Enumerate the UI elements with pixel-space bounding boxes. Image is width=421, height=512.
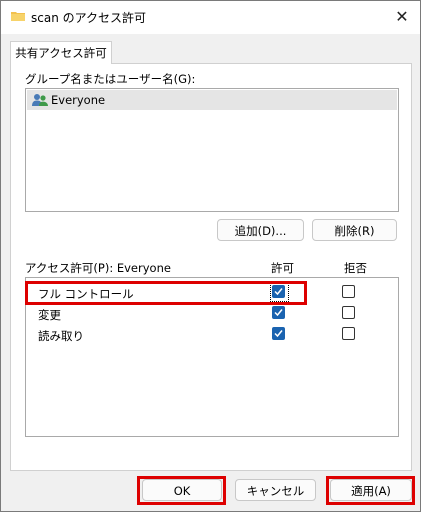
checkmark-icon bbox=[274, 309, 283, 317]
users-icon bbox=[32, 94, 48, 106]
tab-share-permissions[interactable]: 共有アクセス許可 bbox=[10, 41, 112, 64]
permissions-table: フル コントロール 変更 読み取り bbox=[25, 277, 399, 437]
remove-button[interactable]: 削除(R) bbox=[312, 219, 397, 241]
deny-column-header: 拒否 bbox=[344, 261, 367, 275]
list-item-label: Everyone bbox=[51, 93, 106, 107]
permissions-label: アクセス許可(P): Everyone bbox=[25, 261, 171, 275]
group-listbox[interactable]: Everyone bbox=[25, 88, 399, 212]
allow-column-header: 許可 bbox=[271, 261, 294, 275]
ok-button[interactable]: OK bbox=[142, 479, 222, 501]
change-allow-checkbox[interactable] bbox=[272, 306, 285, 319]
add-button[interactable]: 追加(D)... bbox=[217, 219, 304, 241]
read-allow-checkbox[interactable] bbox=[272, 327, 285, 340]
title-bar: scan のアクセス許可 ✕ bbox=[1, 1, 420, 34]
checkmark-icon bbox=[274, 288, 283, 296]
permission-name-full-control: フル コントロール bbox=[38, 287, 134, 301]
window-title: scan のアクセス許可 bbox=[31, 11, 147, 25]
permission-name-change: 変更 bbox=[38, 308, 61, 322]
close-button[interactable]: ✕ bbox=[392, 7, 412, 27]
group-list-label: グループ名またはユーザー名(G): bbox=[25, 72, 196, 86]
permissions-dialog: scan のアクセス許可 ✕ 共有アクセス許可 グループ名またはユーザー名(G)… bbox=[0, 0, 421, 512]
folder-icon bbox=[11, 12, 25, 21]
cancel-button[interactable]: キャンセル bbox=[235, 479, 316, 501]
apply-button[interactable]: 適用(A) bbox=[330, 479, 412, 501]
full-control-deny-checkbox[interactable] bbox=[342, 285, 355, 298]
permission-name-read: 読み取り bbox=[38, 329, 84, 343]
full-control-allow-checkbox[interactable] bbox=[272, 285, 285, 298]
change-deny-checkbox[interactable] bbox=[342, 306, 355, 319]
checkmark-icon bbox=[274, 330, 283, 338]
list-item-everyone[interactable]: Everyone bbox=[27, 90, 397, 110]
read-deny-checkbox[interactable] bbox=[342, 327, 355, 340]
